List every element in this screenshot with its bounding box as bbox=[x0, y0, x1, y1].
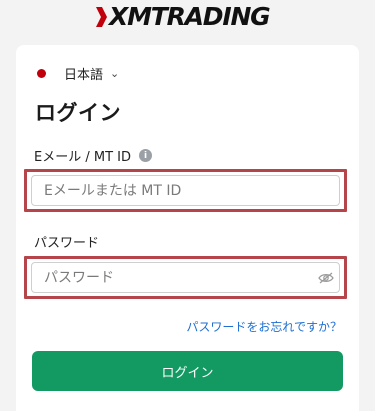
page-title: ログイン bbox=[35, 101, 121, 125]
password-field-label: パスワード bbox=[34, 236, 100, 251]
chevron-down-icon: ⌄ bbox=[110, 66, 120, 80]
logo-text: XMTRADING bbox=[109, 2, 271, 31]
login-page: XMTRADING 日本語 ⌄ ログイン Eメール / MT ID i パスワー… bbox=[0, 0, 375, 411]
xm-logo: XMTRADING bbox=[94, 2, 286, 32]
forgot-password-link[interactable]: パスワードをお忘れですか？ bbox=[186, 318, 342, 335]
info-icon[interactable]: i bbox=[139, 149, 152, 162]
login-card: 日本語 ⌄ ログイン Eメール / MT ID i パスワード パスワードをお忘… bbox=[16, 45, 359, 411]
password-field-highlight bbox=[24, 256, 347, 299]
email-field-highlight bbox=[24, 169, 347, 212]
xm-logo-icon bbox=[96, 7, 107, 27]
language-selector[interactable]: 日本語 ⌄ bbox=[37, 63, 119, 83]
language-label: 日本語 bbox=[64, 67, 104, 83]
password-field[interactable] bbox=[31, 262, 340, 293]
login-button[interactable]: ログイン bbox=[32, 351, 343, 391]
email-label-text: Eメール / MT ID bbox=[34, 150, 131, 165]
japan-flag-icon bbox=[37, 68, 46, 78]
eye-slash-icon[interactable] bbox=[318, 272, 334, 284]
email-field[interactable] bbox=[31, 175, 340, 206]
email-field-label: Eメール / MT ID i bbox=[34, 146, 152, 165]
